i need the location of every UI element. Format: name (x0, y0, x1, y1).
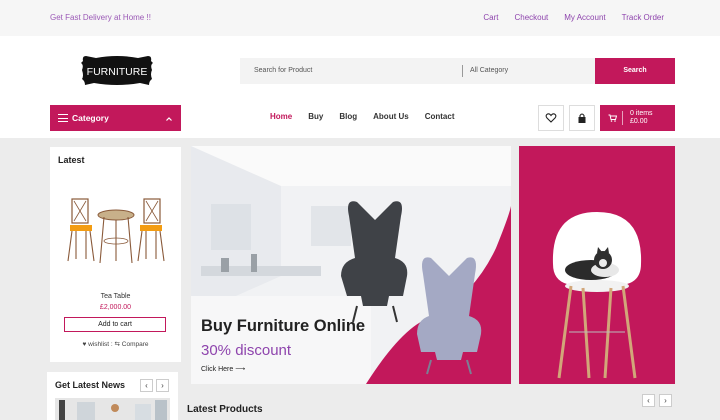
chevron-right-icon: › (161, 381, 164, 390)
category-select[interactable]: All Category (470, 67, 508, 74)
lock-icon (578, 113, 586, 123)
nav-blog[interactable]: Blog (339, 112, 357, 121)
hero-headline: Buy Furniture Online (201, 317, 366, 335)
search-divider (462, 65, 463, 77)
checkout-link[interactable]: Checkout (514, 13, 548, 22)
nav-about-us[interactable]: About Us (373, 112, 409, 121)
news-next-button[interactable]: › (156, 379, 169, 392)
chair-cat-image (552, 212, 642, 379)
heart-icon: ♥ (82, 341, 87, 348)
cart-summary: 0 items £0.00 (630, 110, 653, 126)
chevron-left-icon: ‹ (145, 381, 148, 390)
cart-total: £0.00 (630, 118, 648, 125)
compare-icon: ⇆ (114, 341, 120, 348)
latest-product-card: Latest Tea Table £2,000.00 Add to cart ♥… (50, 147, 181, 362)
search-input[interactable]: Search for Product (254, 67, 312, 74)
hero-banner[interactable]: Buy Furniture Online 30% discount Click … (191, 146, 511, 384)
product-actions: ♥ wishlist : ⇆ Compare (50, 340, 181, 348)
tea-table-image[interactable] (64, 191, 169, 275)
products-prev-button[interactable]: ‹ (642, 394, 655, 407)
search-bar: Search for Product All Category Search (240, 58, 675, 84)
product-name[interactable]: Tea Table (50, 293, 181, 300)
top-bar: Get Fast Delivery at Home !! Cart Checko… (0, 0, 720, 36)
cart-divider (622, 111, 623, 125)
news-title: Get Latest News (55, 380, 126, 390)
chevron-left-icon: ‹ (647, 396, 650, 405)
news-prev-button[interactable]: ‹ (140, 379, 153, 392)
news-thumbnail[interactable] (55, 398, 170, 420)
arrow-right-icon: ⟶ (235, 366, 246, 373)
track-order-link[interactable]: Track Order (622, 13, 664, 22)
logo-text: FURNITURE (87, 66, 148, 78)
product-price: £2,000.00 (99, 304, 132, 311)
cart-items-count: 0 items (630, 110, 653, 117)
hero-cta-text: Click Here (201, 366, 234, 373)
cart-icon (608, 114, 617, 122)
category-label: Category (72, 113, 109, 123)
cart-button[interactable]: 0 items £0.00 (600, 105, 675, 131)
products-next-button[interactable]: › (659, 394, 672, 407)
nav-contact[interactable]: Contact (425, 112, 455, 121)
side-banner[interactable] (519, 146, 675, 384)
furniture-logo[interactable]: FURNITURE (80, 52, 154, 88)
heart-icon (545, 113, 557, 123)
account-button[interactable] (569, 105, 595, 131)
compare-link[interactable]: Compare (122, 341, 149, 348)
hero-discount: 30% discount (201, 342, 292, 359)
cart-link[interactable]: Cart (483, 13, 498, 22)
delivery-promo-text: Get Fast Delivery at Home !! (50, 13, 151, 22)
category-button[interactable]: Category (50, 105, 181, 131)
latest-news-card: Get Latest News ‹ › (47, 372, 178, 420)
hamburger-icon (58, 114, 68, 122)
wishlist-button[interactable] (538, 105, 564, 131)
separator: : (110, 341, 113, 348)
my-account-link[interactable]: My Account (564, 13, 605, 22)
nav-buy[interactable]: Buy (308, 112, 323, 121)
search-button[interactable]: Search (595, 58, 675, 84)
wishlist-link[interactable]: wishlist (88, 341, 109, 348)
chevron-up-icon (166, 117, 172, 121)
chevron-right-icon: › (664, 396, 667, 405)
top-links: Cart Checkout My Account Track Order (483, 13, 664, 22)
main-nav: Home Buy Blog About Us Contact (270, 112, 454, 121)
latest-products-heading: Latest Products (187, 404, 263, 415)
hero-cta-link[interactable]: Click Here ⟶ (201, 365, 245, 373)
add-to-cart-button[interactable]: Add to cart (64, 317, 166, 332)
latest-title: Latest (58, 155, 85, 165)
nav-home[interactable]: Home (270, 112, 292, 121)
